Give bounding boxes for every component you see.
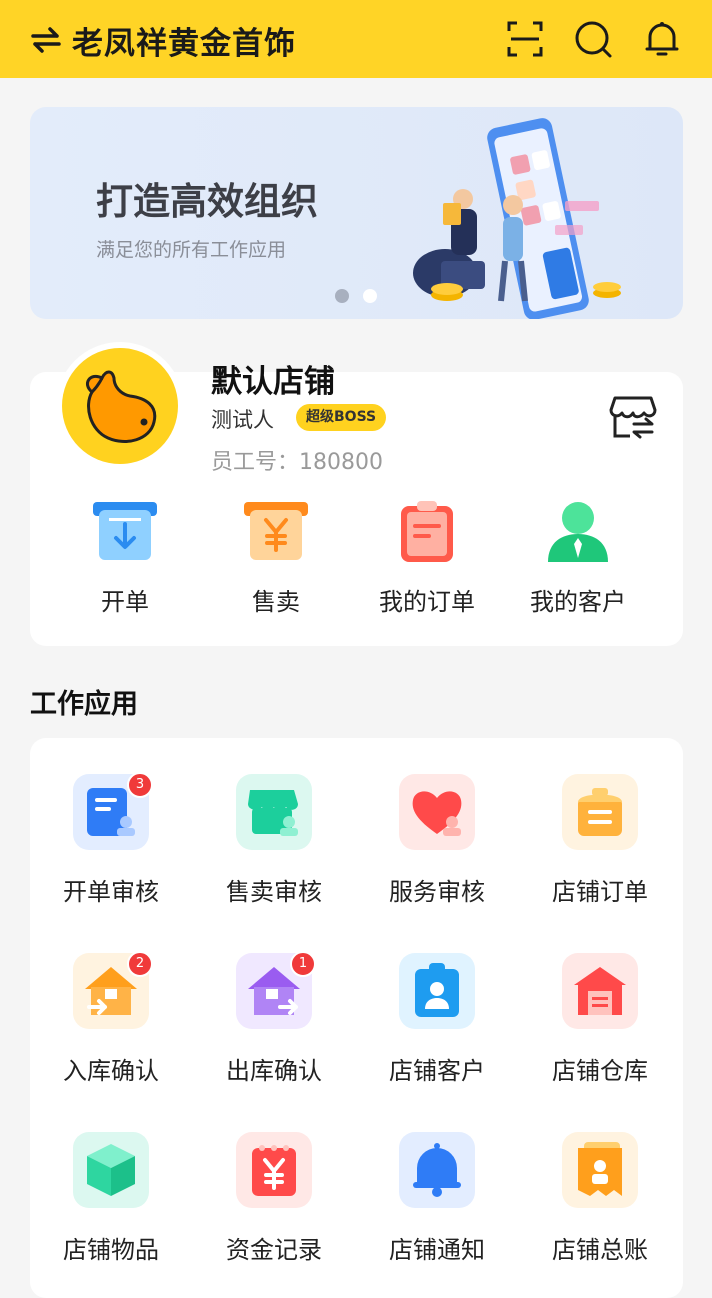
app-stock-in[interactable]: 2 入库确认 — [36, 951, 186, 1086]
warehouse-icon — [574, 967, 626, 1015]
work-apps-title: 工作应用 — [30, 689, 138, 720]
notification-badge: 2 — [127, 951, 153, 977]
app-label: 售卖审核 — [226, 878, 322, 906]
open-order-icon — [93, 502, 157, 560]
store-notice-icon — [413, 1143, 461, 1197]
quick-action-label: 我的客户 — [530, 588, 626, 616]
app-label: 店铺订单 — [552, 878, 648, 906]
quick-action-label: 我的订单 — [379, 588, 475, 616]
app-store-customers[interactable]: 店铺客户 — [362, 953, 512, 1086]
app-label: 出库确认 — [226, 1057, 322, 1085]
top-app-bar: 老凤祥黄金首饰 — [0, 0, 712, 78]
duck-logo-icon — [86, 370, 157, 443]
app-warehouse[interactable]: 店铺仓库 — [525, 953, 675, 1086]
app-label: 资金记录 — [226, 1236, 322, 1264]
ledger-icon — [578, 1142, 622, 1196]
app-label: 店铺通知 — [389, 1236, 485, 1264]
store-avatar[interactable] — [56, 342, 184, 470]
bell-icon[interactable] — [642, 19, 682, 59]
banner-dot-active[interactable] — [335, 289, 349, 303]
app-label: 入库确认 — [63, 1057, 159, 1085]
swap-arrows-icon[interactable] — [30, 26, 62, 54]
app-label: 服务审核 — [389, 878, 485, 906]
app-stock-out[interactable]: 1 出库确认 — [199, 951, 349, 1086]
app-label: 店铺总账 — [552, 1236, 648, 1264]
store-goods-icon — [87, 1144, 135, 1196]
store-orders-icon — [578, 788, 622, 836]
quick-action-label: 售卖 — [252, 588, 300, 616]
notification-badge: 1 — [290, 951, 316, 977]
quick-action-my-customers[interactable]: 我的客户 — [503, 498, 653, 617]
person-name: 测试人 — [211, 408, 274, 432]
app-store-orders[interactable]: 店铺订单 — [525, 774, 675, 907]
scan-icon[interactable] — [505, 19, 545, 59]
banner-illustration — [413, 118, 621, 319]
my-orders-icon — [401, 501, 453, 562]
funds-record-icon — [252, 1145, 296, 1196]
banner-subtitle: 满足您的所有工作应用 — [96, 239, 287, 261]
quick-action-open-order[interactable]: 开单 — [50, 498, 200, 617]
banner-title: 打造高效组织 — [96, 180, 318, 223]
app-label: 店铺仓库 — [552, 1057, 648, 1085]
sale-review-icon — [248, 790, 298, 836]
store-switch-icon[interactable] — [608, 394, 658, 440]
search-icon[interactable] — [573, 19, 613, 59]
quick-action-label: 开单 — [101, 588, 149, 616]
store-name: 默认店铺 — [211, 364, 335, 400]
app-label: 店铺客户 — [389, 1057, 485, 1085]
quick-action-my-orders[interactable]: 我的订单 — [352, 498, 502, 617]
banner-dot[interactable] — [363, 289, 377, 303]
app-store-goods[interactable]: 店铺物品 — [36, 1132, 186, 1265]
app-funds-record[interactable]: 资金记录 — [199, 1132, 349, 1265]
role-badge: 超级BOSS — [296, 404, 387, 431]
sell-icon — [244, 502, 308, 560]
promo-banner[interactable]: 打造高效组织 满足您的所有工作应用 — [30, 107, 683, 319]
employee-number: 员工号：180800 — [211, 450, 383, 475]
store-customers-icon — [415, 963, 459, 1017]
service-review-icon — [412, 791, 462, 836]
my-customers-icon — [548, 502, 608, 562]
app-store-notice[interactable]: 店铺通知 — [362, 1132, 512, 1265]
app-service-review[interactable]: 服务审核 — [362, 774, 512, 907]
app-ledger[interactable]: 店铺总账 — [525, 1132, 675, 1265]
app-order-review[interactable]: 3 开单审核 — [36, 772, 186, 907]
notification-badge: 3 — [127, 772, 153, 798]
app-sale-review[interactable]: 售卖审核 — [199, 774, 349, 907]
app-label: 店铺物品 — [63, 1236, 159, 1264]
quick-action-sell[interactable]: 售卖 — [201, 498, 351, 617]
app-label: 开单审核 — [63, 878, 159, 906]
app-title: 老凤祥黄金首饰 — [72, 26, 296, 62]
